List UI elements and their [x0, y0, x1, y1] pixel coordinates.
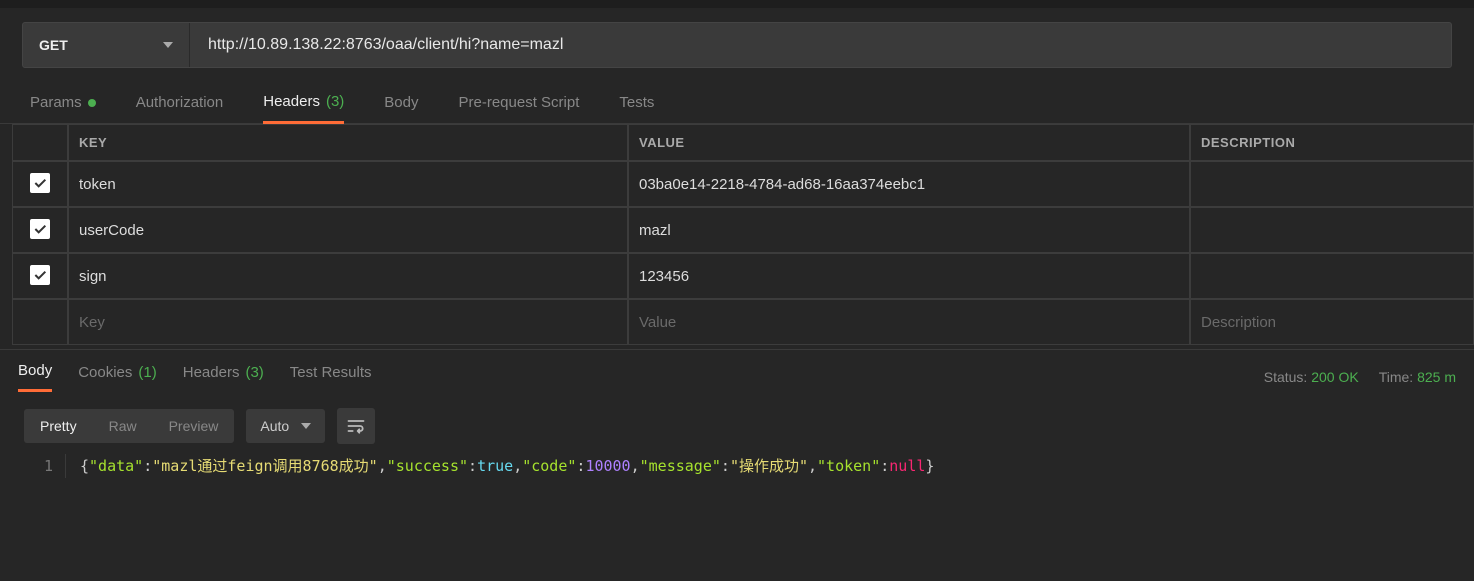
column-key[interactable]: KEY	[68, 124, 628, 161]
code-line: {"data":"mazl通过feign调用8768成功","success":…	[66, 454, 934, 478]
header-desc-cell[interactable]	[1190, 207, 1474, 253]
headers-table: KEY VALUE DESCRIPTION token 03ba0e14-221…	[12, 124, 1474, 345]
tab-body[interactable]: Body	[384, 82, 418, 124]
body-toolbar: Pretty Raw Preview Auto	[0, 392, 1474, 454]
tab-headers[interactable]: Headers (3)	[263, 82, 344, 124]
response-tab-headers-label: Headers	[183, 364, 240, 381]
response-tab-cookies-label: Cookies	[78, 364, 132, 381]
header-desc-cell[interactable]	[1190, 253, 1474, 299]
view-preview-button[interactable]: Preview	[153, 409, 235, 443]
header-value-cell[interactable]: mazl	[628, 207, 1190, 253]
request-url-input[interactable]	[190, 23, 1451, 67]
table-row: userCode mazl	[12, 207, 1474, 253]
time-value: 825 m	[1417, 369, 1456, 385]
check-icon	[32, 221, 48, 237]
response-tabs: Body Cookies (1) Headers (3) Test Result…	[18, 362, 372, 392]
table-row-placeholder: Key Value Description	[12, 299, 1474, 345]
caret-down-icon	[163, 42, 173, 48]
time-block: Time: 825 m	[1379, 369, 1456, 385]
tab-authorization[interactable]: Authorization	[136, 82, 224, 124]
header-value-placeholder[interactable]: Value	[628, 299, 1190, 345]
format-select-label: Auto	[260, 418, 289, 434]
status-label: Status:	[1264, 369, 1308, 385]
response-tab-testresults[interactable]: Test Results	[290, 362, 372, 392]
time-label: Time:	[1379, 369, 1413, 385]
http-method-label: GET	[39, 37, 68, 53]
header-value-cell[interactable]: 123456	[628, 253, 1190, 299]
status-block: Status: 200 OK	[1264, 369, 1359, 385]
response-tabs-row: Body Cookies (1) Headers (3) Test Result…	[0, 349, 1474, 392]
wrap-icon	[346, 417, 366, 435]
params-active-dot-icon	[88, 99, 96, 107]
check-icon	[32, 267, 48, 283]
table-row: token 03ba0e14-2218-4784-ad68-16aa374eeb…	[12, 161, 1474, 207]
caret-down-icon	[301, 423, 311, 429]
tab-params-label: Params	[30, 94, 82, 111]
request-bar: GET	[22, 22, 1452, 68]
row-checkbox[interactable]	[30, 173, 50, 193]
row-checkbox[interactable]	[30, 219, 50, 239]
response-tab-body[interactable]: Body	[18, 362, 52, 392]
format-select[interactable]: Auto	[246, 409, 325, 443]
placeholder-checkbox-cell	[12, 299, 68, 345]
tab-tests[interactable]: Tests	[619, 82, 654, 124]
response-body-code[interactable]: 1 {"data":"mazl通过feign调用8768成功","success…	[24, 454, 1450, 478]
wrap-lines-button[interactable]	[337, 408, 375, 444]
row-checkbox[interactable]	[30, 265, 50, 285]
column-value[interactable]: VALUE	[628, 124, 1190, 161]
header-desc-placeholder[interactable]: Description	[1190, 299, 1474, 345]
view-pretty-button[interactable]: Pretty	[24, 409, 93, 443]
window-top-border	[0, 0, 1474, 8]
header-key-placeholder[interactable]: Key	[68, 299, 628, 345]
view-mode-group: Pretty Raw Preview	[24, 409, 234, 443]
response-status: Status: 200 OK Time: 825 m	[1264, 369, 1456, 385]
header-key-cell[interactable]: sign	[68, 253, 628, 299]
tab-headers-count: (3)	[326, 93, 344, 110]
table-row: sign 123456	[12, 253, 1474, 299]
response-tab-cookies-count: (1)	[138, 364, 156, 381]
tab-params[interactable]: Params	[30, 82, 96, 124]
http-method-select[interactable]: GET	[23, 23, 190, 67]
header-key-cell[interactable]: token	[68, 161, 628, 207]
view-raw-button[interactable]: Raw	[93, 409, 153, 443]
response-tab-headers-count: (3)	[245, 364, 263, 381]
header-key-cell[interactable]: userCode	[68, 207, 628, 253]
check-icon	[32, 175, 48, 191]
status-value: 200 OK	[1311, 369, 1358, 385]
request-tabs: Params Authorization Headers (3) Body Pr…	[0, 82, 1474, 124]
column-description[interactable]: DESCRIPTION	[1190, 124, 1474, 161]
response-tab-headers[interactable]: Headers (3)	[183, 362, 264, 392]
column-checkbox	[12, 124, 68, 161]
line-number: 1	[24, 454, 66, 478]
tab-prerequest[interactable]: Pre-request Script	[459, 82, 580, 124]
response-tab-cookies[interactable]: Cookies (1)	[78, 362, 157, 392]
header-desc-cell[interactable]	[1190, 161, 1474, 207]
header-value-cell[interactable]: 03ba0e14-2218-4784-ad68-16aa374eebc1	[628, 161, 1190, 207]
tab-headers-label: Headers	[263, 93, 320, 110]
